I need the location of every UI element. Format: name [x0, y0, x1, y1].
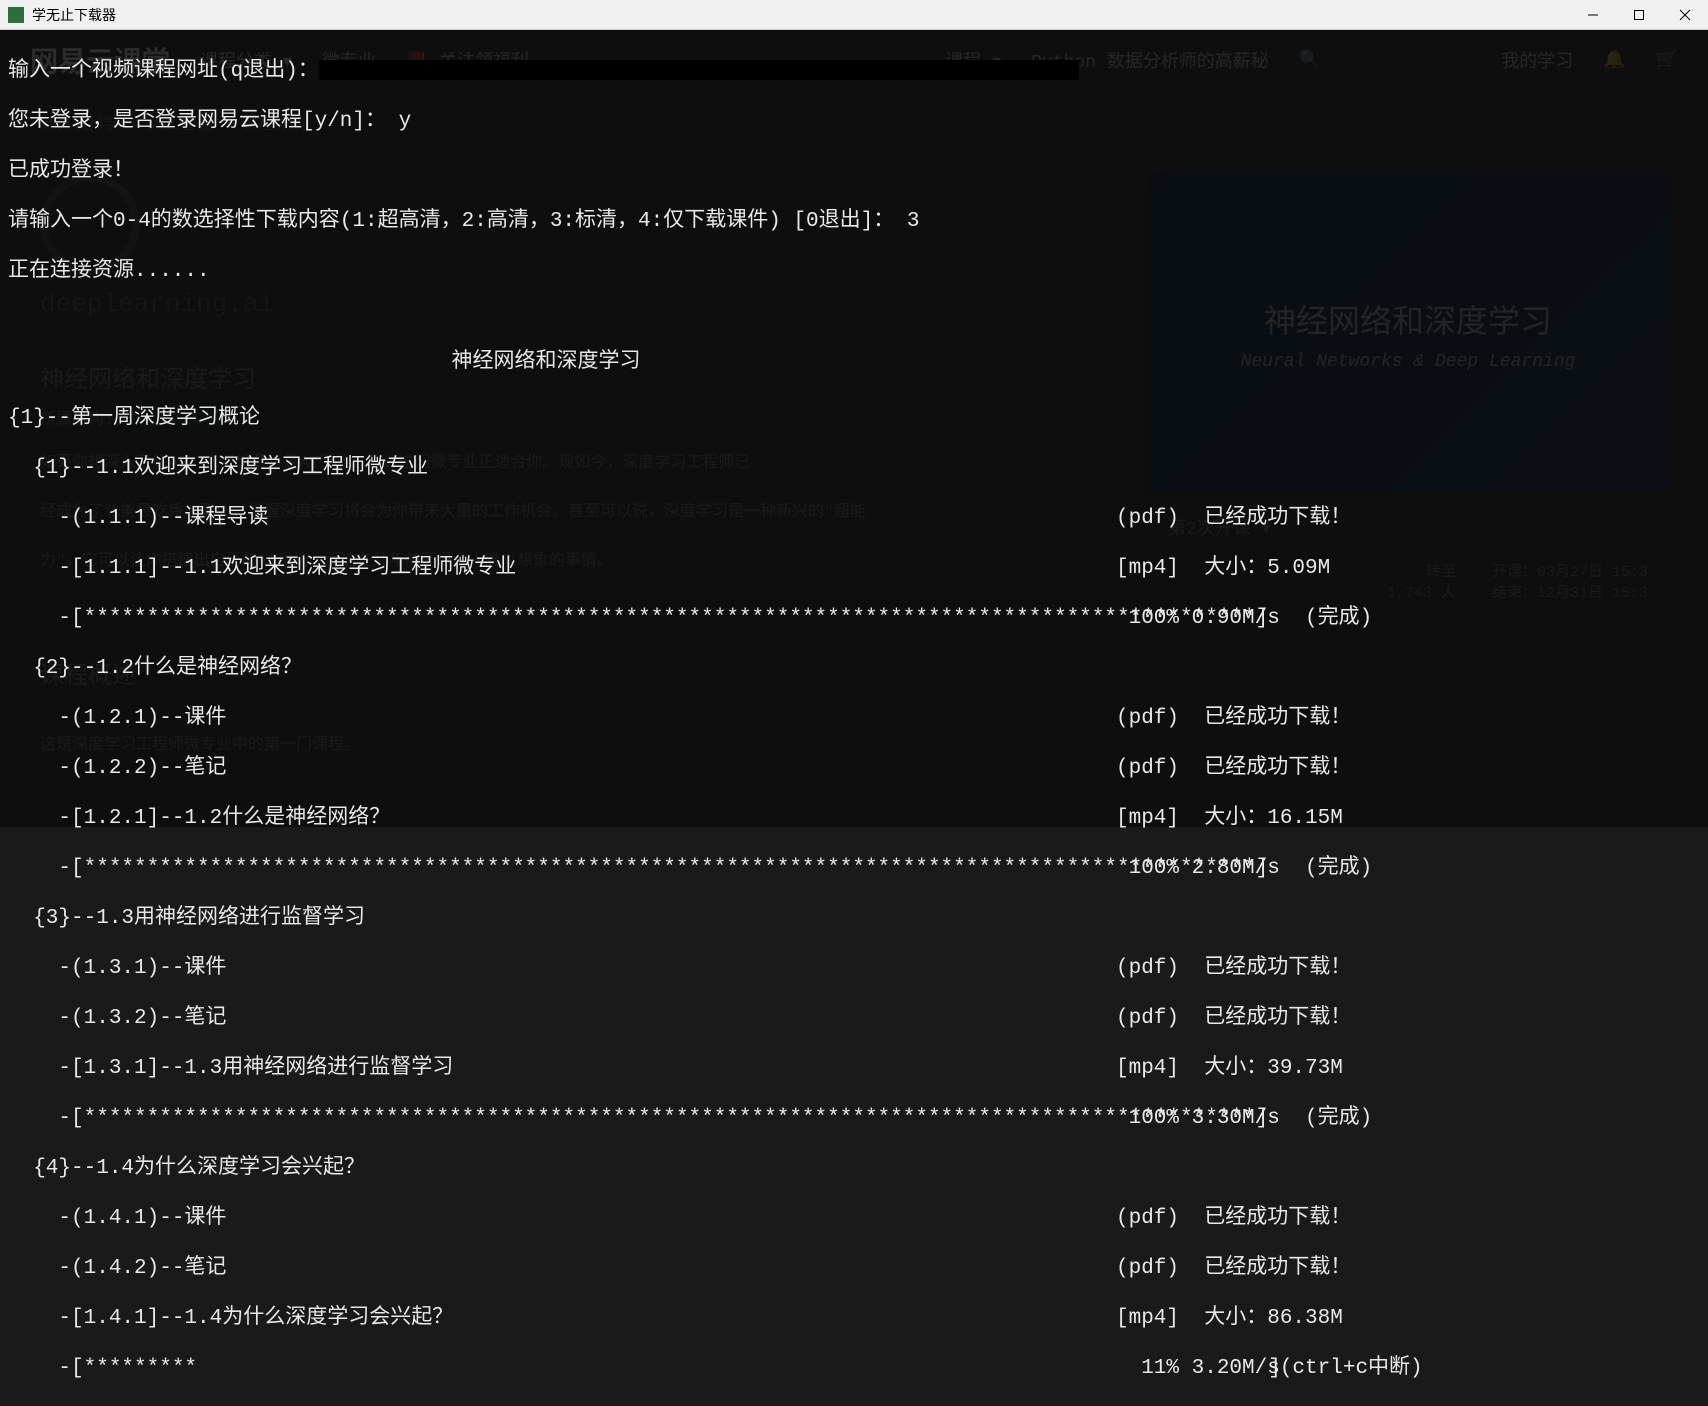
section-1-2: {2}--1.2什么是神经网络？ — [8, 656, 1700, 681]
section-1-4: {4}--1.4为什么深度学习会兴起？ — [8, 1156, 1700, 1181]
dl-item: -(1.4.2)--笔记(pdf) 已经成功下载！ — [8, 1256, 1700, 1281]
dl-item: -[1.3.1]--1.3用神经网络进行监督学习[mp4] 大小：39.73M — [8, 1056, 1700, 1081]
connecting: 正在连接资源...... — [8, 259, 1700, 284]
dl-item: -(1.4.1)--课件(pdf) 已经成功下载！ — [8, 1206, 1700, 1231]
dl-progress: -[**************************************… — [8, 856, 1700, 881]
minimize-button[interactable] — [1570, 0, 1616, 29]
dl-item: -[1.2.1]--1.2什么是神经网络？[mp4] 大小：16.15M — [8, 806, 1700, 831]
dl-item: -[1.4.1]--1.4为什么深度学习会兴起？[mp4] 大小：86.38M — [8, 1306, 1700, 1331]
dl-progress: -[**************************************… — [8, 1106, 1700, 1131]
dl-progress-active: -[********* ] 11% 3.20M/s(ctrl+c中断) — [8, 1356, 1700, 1381]
chapter-1: {1}--第一周深度学习概论 — [8, 406, 1700, 431]
dl-item: -(1.3.1)--课件(pdf) 已经成功下载！ — [8, 956, 1700, 981]
login-success: 已成功登录！ — [8, 159, 1700, 184]
terminal-output[interactable]: 输入一个视频课程网址(q退出)： 您未登录，是否登录网易云课程[y/n]： y … — [0, 30, 1708, 827]
window-title: 学无止下载器 — [32, 5, 116, 25]
app-icon — [8, 7, 24, 23]
maximize-button[interactable] — [1616, 0, 1662, 29]
dl-item: -(1.3.2)--笔记(pdf) 已经成功下载！ — [8, 1006, 1700, 1031]
prompt-login: 您未登录，是否登录网易云课程[y/n]： y — [8, 109, 1700, 134]
dl-item: -(1.2.2)--笔记(pdf) 已经成功下载！ — [8, 756, 1700, 781]
section-1-1: {1}--1.1欢迎来到深度学习工程师微专业 — [8, 456, 1700, 481]
dl-item: -[1.1.1]--1.1欢迎来到深度学习工程师微专业[mp4] 大小：5.09… — [8, 556, 1700, 581]
dl-item: -(1.1.1)--课程导读(pdf) 已经成功下载！ — [8, 506, 1700, 531]
course-title-center: 神经网络和深度学习 — [8, 350, 1084, 375]
section-1-3: {3}--1.3用神经网络进行监督学习 — [8, 906, 1700, 931]
prompt-quality: 请输入一个0-4的数选择性下载内容(1:超高清，2:高清，3:标清，4:仅下载课… — [8, 209, 1700, 234]
dl-progress: -[**************************************… — [8, 606, 1700, 631]
prompt-url: 输入一个视频课程网址(q退出)： — [8, 59, 1700, 84]
dl-item: -(1.2.1)--课件(pdf) 已经成功下载！ — [8, 706, 1700, 731]
window-titlebar: 学无止下载器 — [0, 0, 1708, 30]
close-button[interactable] — [1662, 0, 1708, 29]
